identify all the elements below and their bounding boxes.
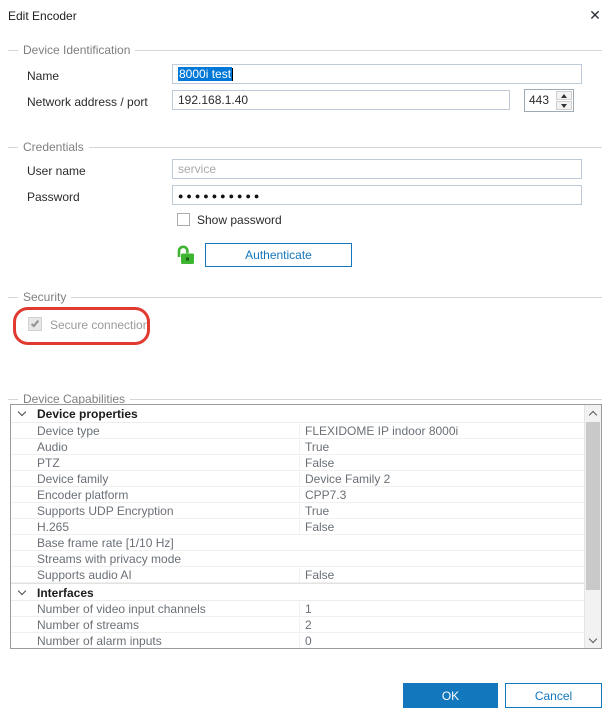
username-label: User name [27,164,86,178]
chevron-down-icon[interactable] [17,586,27,596]
scrollbar-thumb[interactable] [586,422,600,590]
property-value: Device Family 2 [299,472,584,486]
name-label: Name [27,69,60,83]
show-password-checkbox[interactable] [177,213,190,226]
secure-connection-checkbox[interactable] [28,317,42,331]
port-value: 443 [529,93,550,107]
ok-button[interactable]: OK [403,683,498,708]
chevron-up-icon [588,410,598,419]
property-name: Audio [37,440,68,454]
secure-connection-label: Secure connection [50,318,150,332]
device-capabilities-table: Device properties Device type FLEXIDOME IP… [10,404,602,649]
credentials-legend: Credentials [18,140,89,154]
close-icon[interactable]: ✕ [586,6,604,24]
security-legend: Security [18,290,72,304]
password-label: Password [27,190,80,204]
property-name: PTZ [37,456,60,470]
port-down-button[interactable] [556,101,572,110]
table-row[interactable]: Supports UDP Encryption True [11,503,584,519]
chevron-down-icon [588,634,598,643]
property-name: Supports UDP Encryption [37,504,174,518]
table-row[interactable]: Number of video input channels 1 [11,601,584,617]
property-value: 1 [299,602,584,616]
property-value: FLEXIDOME IP indoor 8000i [299,424,584,438]
show-password-label: Show password [197,213,282,227]
name-input[interactable]: 8000i test [172,64,582,84]
table-row[interactable]: Audio True [11,439,584,455]
table-row[interactable]: Encoder platform CPP7.3 [11,487,584,503]
port-up-button[interactable] [556,91,572,100]
property-name: Device family [37,472,109,486]
property-value: False [299,520,584,534]
dialog-title: Edit Encoder [8,9,77,23]
unlock-icon [174,243,196,265]
property-name: Encoder platform [37,488,129,502]
port-stepper[interactable]: 443 [524,89,574,112]
property-name: Streams with privacy mode [37,552,182,566]
table-row[interactable]: H.265 False [11,519,584,535]
username-input[interactable]: service [172,159,582,179]
table-group-header[interactable]: Device properties [11,405,584,423]
credentials-groupline [8,147,602,148]
property-value: True [299,440,584,454]
table-group-header[interactable]: Interfaces [11,583,584,601]
property-name: H.265 [37,520,70,534]
table-row[interactable]: Number of alarm inputs 0 [11,633,584,648]
property-name: Number of streams [37,618,140,632]
table-row[interactable]: Streams with privacy mode [11,551,584,567]
network-address-value: 192.168.1.40 [178,93,249,107]
spinner-down-icon [561,103,567,108]
spinner-up-icon [561,93,567,98]
scroll-down-button[interactable] [585,632,601,648]
authenticate-button[interactable]: Authenticate [205,243,352,267]
property-value: False [299,568,584,582]
property-name: Base frame rate [1/10 Hz] [37,536,174,550]
table-row[interactable]: Number of streams 2 [11,617,584,633]
network-address-label: Network address / port [27,95,148,109]
property-value: False [299,456,584,470]
username-placeholder: service [178,162,217,176]
capabilities-rows: Device properties Device type FLEXIDOME IP… [11,405,584,648]
table-row[interactable]: Base frame rate [1/10 Hz] [11,535,584,551]
chevron-down-icon[interactable] [17,407,27,417]
edit-encoder-dialog: Edit Encoder ✕ Device Identification Nam… [0,0,612,719]
text-caret [232,68,234,81]
group-label: Interfaces [37,586,94,600]
table-row[interactable]: Device type FLEXIDOME IP indoor 8000i [11,423,584,439]
table-row[interactable]: PTZ False [11,455,584,471]
property-value: True [299,504,584,518]
property-name: Number of video input channels [37,602,206,616]
cancel-button[interactable]: Cancel [505,683,602,708]
table-row[interactable]: Supports audio AI False [11,567,584,583]
name-input-selected-text: 8000i test [178,67,233,81]
vertical-scrollbar[interactable] [584,405,601,648]
property-name: Supports audio AI [37,568,132,582]
property-name: Device type [37,424,100,438]
password-input[interactable]: ●●●●●●●●●● [172,185,582,205]
property-value: CPP7.3 [299,488,584,502]
checkmark-icon [30,318,40,328]
property-value: 2 [299,618,584,632]
device-identification-legend: Device Identification [18,43,136,57]
scroll-up-button[interactable] [585,405,601,421]
security-groupline [8,297,602,298]
table-row[interactable]: Device family Device Family 2 [11,471,584,487]
password-masked-value: ●●●●●●●●●● [178,191,263,201]
property-value: 0 [299,634,584,648]
network-address-input[interactable]: 192.168.1.40 [172,90,510,110]
property-name: Number of alarm inputs [37,634,162,648]
group-label: Device properties [37,407,138,421]
